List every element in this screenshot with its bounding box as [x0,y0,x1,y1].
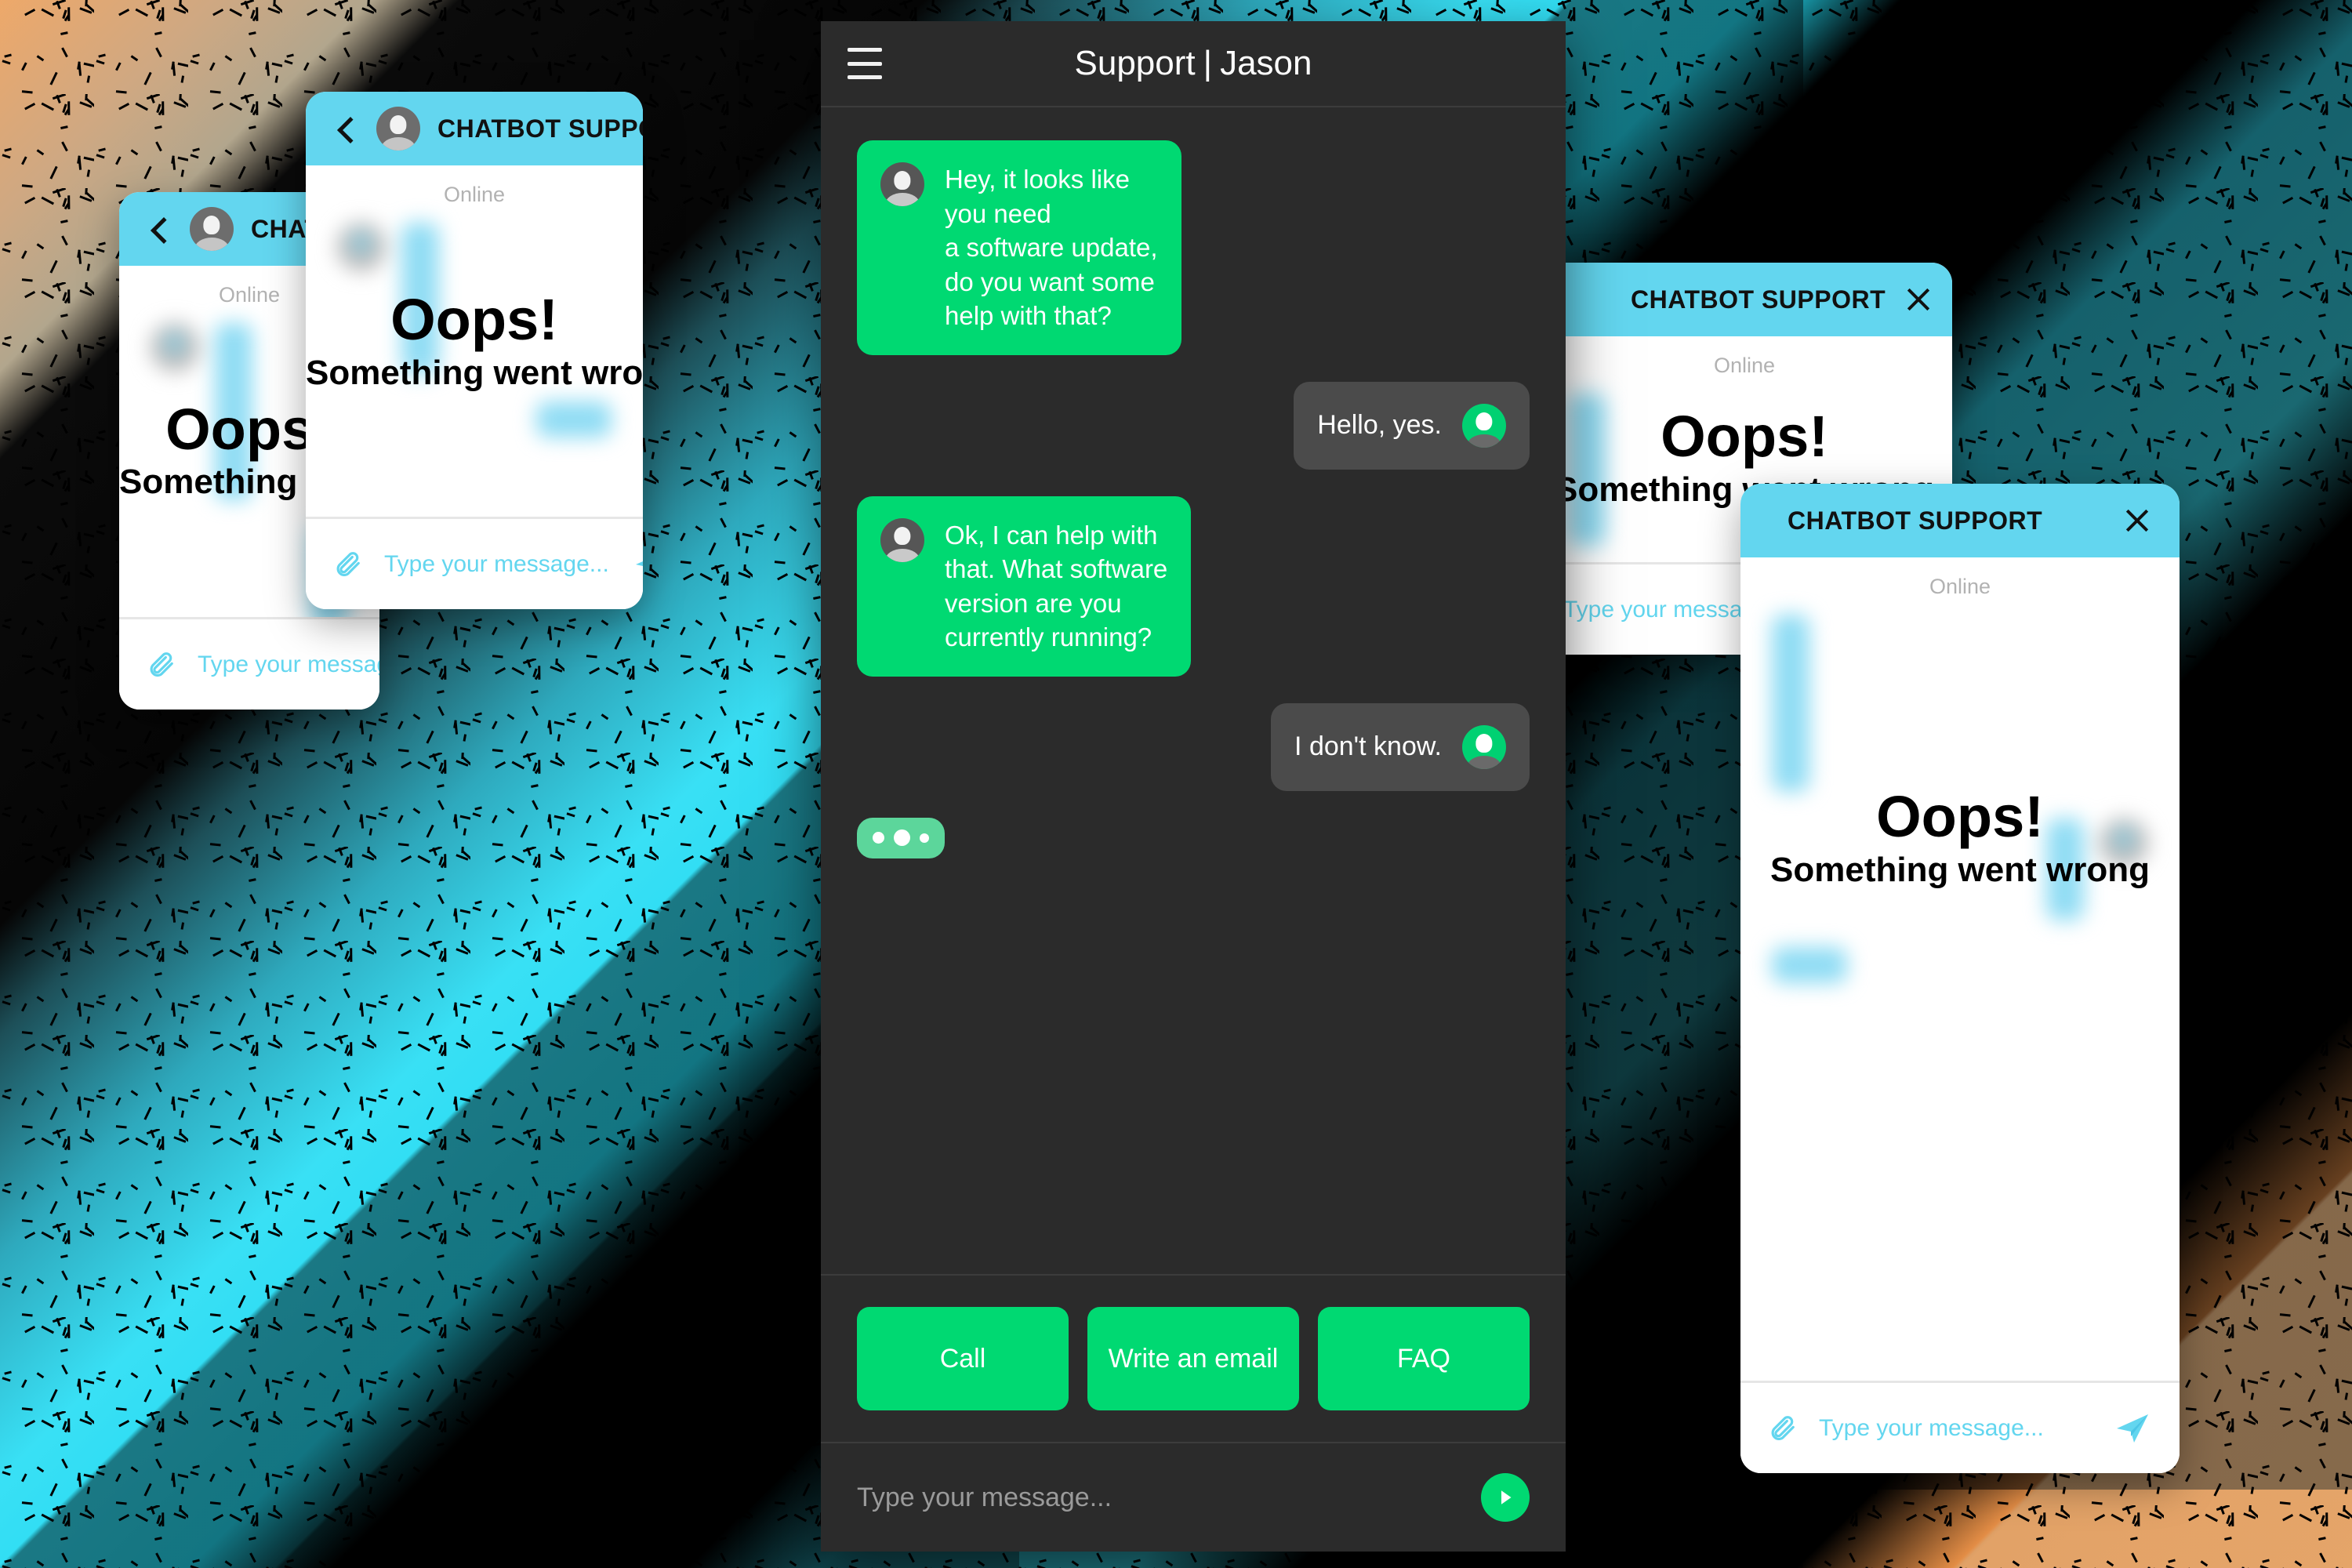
blurred-conversation [306,215,643,437]
message-row-bot: Ok, I can help with that. What software … [857,495,1530,677]
send-button[interactable] [1481,1473,1530,1522]
card-title: Support | Jason [821,44,1566,83]
screenshot-canvas: CHATBOT SUPPORT Online [0,0,2352,1568]
message-input[interactable]: Type your message... [1819,1415,2090,1442]
card-input-bar[interactable]: Type your message... [821,1442,1566,1552]
back-chevron-icon[interactable] [146,216,172,242]
message-text: Ok, I can help with that. What software … [945,520,1168,652]
blurred-conversation [1740,607,2180,983]
chat-window-fourth[interactable]: CHATBOT SUPPORT Online Oops! Something w… [1740,484,2180,1473]
message-input-bar[interactable]: Type your message... [1740,1381,2180,1473]
support-avatar [376,107,420,151]
window-header: CHATBOT SUPPORT [1537,263,1952,336]
close-x-icon[interactable] [2122,505,2153,536]
blurred-bubble [215,323,252,500]
typing-dot [894,829,910,847]
typing-indicator [857,817,945,858]
typing-dot [920,833,929,843]
card-header: Support | Jason [821,21,1566,107]
bot-avatar [880,162,924,206]
bot-message-bubble: Hey, it looks like you need a software u… [857,140,1181,355]
card-title-primary: Support [1074,44,1196,82]
close-x-icon[interactable] [1903,284,1934,315]
hamburger-menu-icon[interactable] [848,48,882,79]
blurred-bubble [1772,615,1809,792]
paperclip-icon[interactable] [332,547,362,582]
write-email-button[interactable]: Write an email [1087,1307,1299,1410]
user-message-bubble: I don't know. [1271,702,1530,791]
user-avatar [1462,403,1506,448]
status-label: Online [1929,575,1991,598]
message-text: Hey, it looks like you need a software u… [945,165,1158,331]
paperclip-icon[interactable] [1767,1411,1797,1446]
call-button[interactable]: Call [857,1307,1069,1410]
faq-button[interactable]: FAQ [1318,1307,1530,1410]
user-avatar [1462,724,1506,769]
message-input-bar[interactable]: Type your message... [119,617,379,710]
message-text: Hello, yes. [1317,410,1442,441]
window-title: CHATBOT SUPPORT [1788,506,2043,535]
send-play-icon [1501,1490,1512,1504]
quick-actions: Call Write an email FAQ [821,1274,1566,1442]
message-row-bot: Hey, it looks like you need a software u… [857,140,1530,355]
back-chevron-icon[interactable] [332,115,359,142]
message-input[interactable]: Type your message... [384,551,609,578]
window-header: CHATBOT SUPPORT [306,92,643,165]
message-input-bar[interactable]: Type your message... [306,517,643,609]
message-input[interactable]: Type your message... [198,652,379,678]
window-body: Online [1740,557,2180,1473]
typing-dot [873,832,884,844]
window-title: CHATBOT SUPPORT [1631,285,1886,314]
blurred-avatar [337,223,386,271]
chat-window-second[interactable]: CHATBOT SUPPORT Online Oops! [306,92,643,609]
message-list: Hey, it looks like you need a software u… [821,107,1566,1274]
window-header: CHATBOT SUPPORT [1740,484,2180,557]
support-avatar [190,207,234,251]
window-title: CHATBOT SUPPORT [437,114,643,143]
message-row-user: I don't know. [857,702,1530,791]
blurred-bubble [2046,818,2084,920]
paper-plane-icon[interactable] [2112,1410,2153,1447]
paper-plane-icon[interactable] [631,546,643,583]
blurred-avatar [2100,818,2148,867]
blurred-bubble [401,223,439,375]
bot-message-bubble: Ok, I can help with that. What software … [857,495,1192,677]
window-body: Online Oops! Something went wrong [306,165,643,609]
message-text: I don't know. [1294,731,1442,762]
card-title-separator: | [1203,44,1213,82]
blurred-bubble [1568,394,1606,546]
blurred-pill [1772,947,1847,983]
paperclip-icon[interactable] [146,648,176,682]
status-label: Online [1713,354,1776,377]
user-message-bubble: Hello, yes. [1294,381,1530,470]
card-message-input[interactable]: Type your message... [857,1483,1465,1513]
card-title-secondary: Jason [1220,44,1312,82]
blurred-avatar [151,323,199,372]
support-chat-card[interactable]: Support | Jason Hey, it looks like you nee… [821,21,1566,1552]
blurred-pill [536,401,612,437]
bot-avatar [880,517,924,562]
message-row-user: Hello, yes. [857,381,1530,470]
status-label: Online [443,183,506,206]
message-row-typing [857,817,1530,858]
